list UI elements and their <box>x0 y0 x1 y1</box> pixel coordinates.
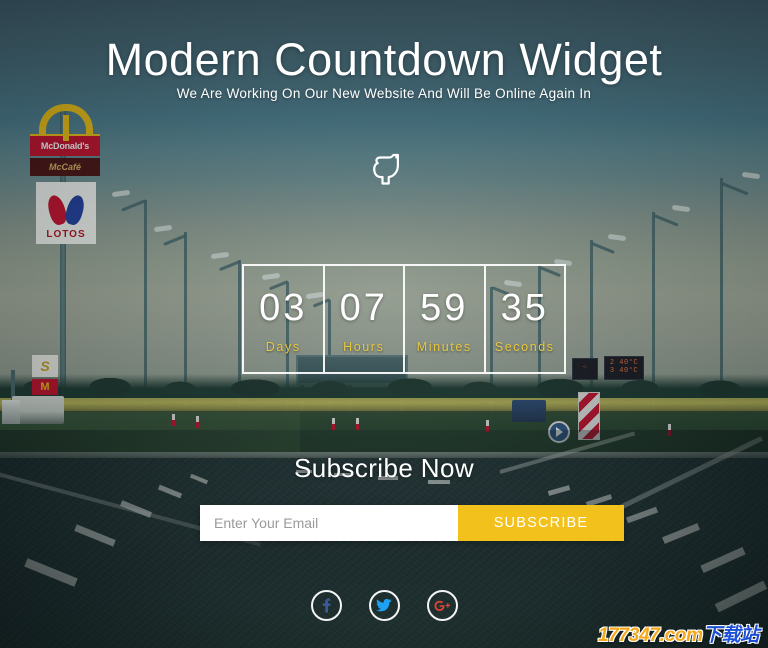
watermark-domain: 177347.com <box>598 625 703 646</box>
social-links <box>0 590 768 621</box>
subscribe-heading: Subscribe Now <box>293 453 475 483</box>
countdown-label-hours: Hours <box>343 339 385 354</box>
countdown-value-seconds: 35 <box>500 286 549 329</box>
countdown-landing-page: McDonald's McCafé LOTOS S M ⁘ 2 40°C3 40… <box>0 0 768 648</box>
email-input[interactable] <box>200 505 458 541</box>
hand-pointer-icon <box>361 143 407 189</box>
countdown-value-hours: 07 <box>339 286 388 329</box>
google-plus-icon[interactable] <box>426 590 458 621</box>
countdown-label-seconds: Seconds <box>494 339 555 354</box>
countdown-label-days: Days <box>265 339 301 354</box>
countdown-label-minutes: Minutes <box>416 339 472 354</box>
countdown-value-minutes: 59 <box>420 286 469 329</box>
countdown-value-days: 03 <box>259 286 308 329</box>
watermark-suffix: 下载站 <box>702 625 759 646</box>
page-content: Modern Countdown Widget We Are Working O… <box>0 0 768 648</box>
subscribe-button[interactable]: SUBSCRIBE <box>458 505 624 541</box>
countdown-timer: 03 Days 07 Hours 59 Minutes 35 Seconds <box>242 264 566 374</box>
page-subtitle: We Are Working On Our New Website And Wi… <box>176 86 592 101</box>
countdown-segment-minutes: 59 Minutes <box>405 266 486 372</box>
countdown-segment-seconds: 35 Seconds <box>486 266 565 372</box>
countdown-segment-days: 03 Days <box>244 266 325 372</box>
countdown-segment-hours: 07 Hours <box>325 266 405 372</box>
site-watermark: 177347.com下载站 <box>598 620 759 647</box>
facebook-icon[interactable] <box>310 590 342 621</box>
page-title: Modern Countdown Widget <box>105 34 663 85</box>
twitter-icon[interactable] <box>368 590 400 621</box>
subscribe-form: SUBSCRIBE <box>200 505 624 541</box>
